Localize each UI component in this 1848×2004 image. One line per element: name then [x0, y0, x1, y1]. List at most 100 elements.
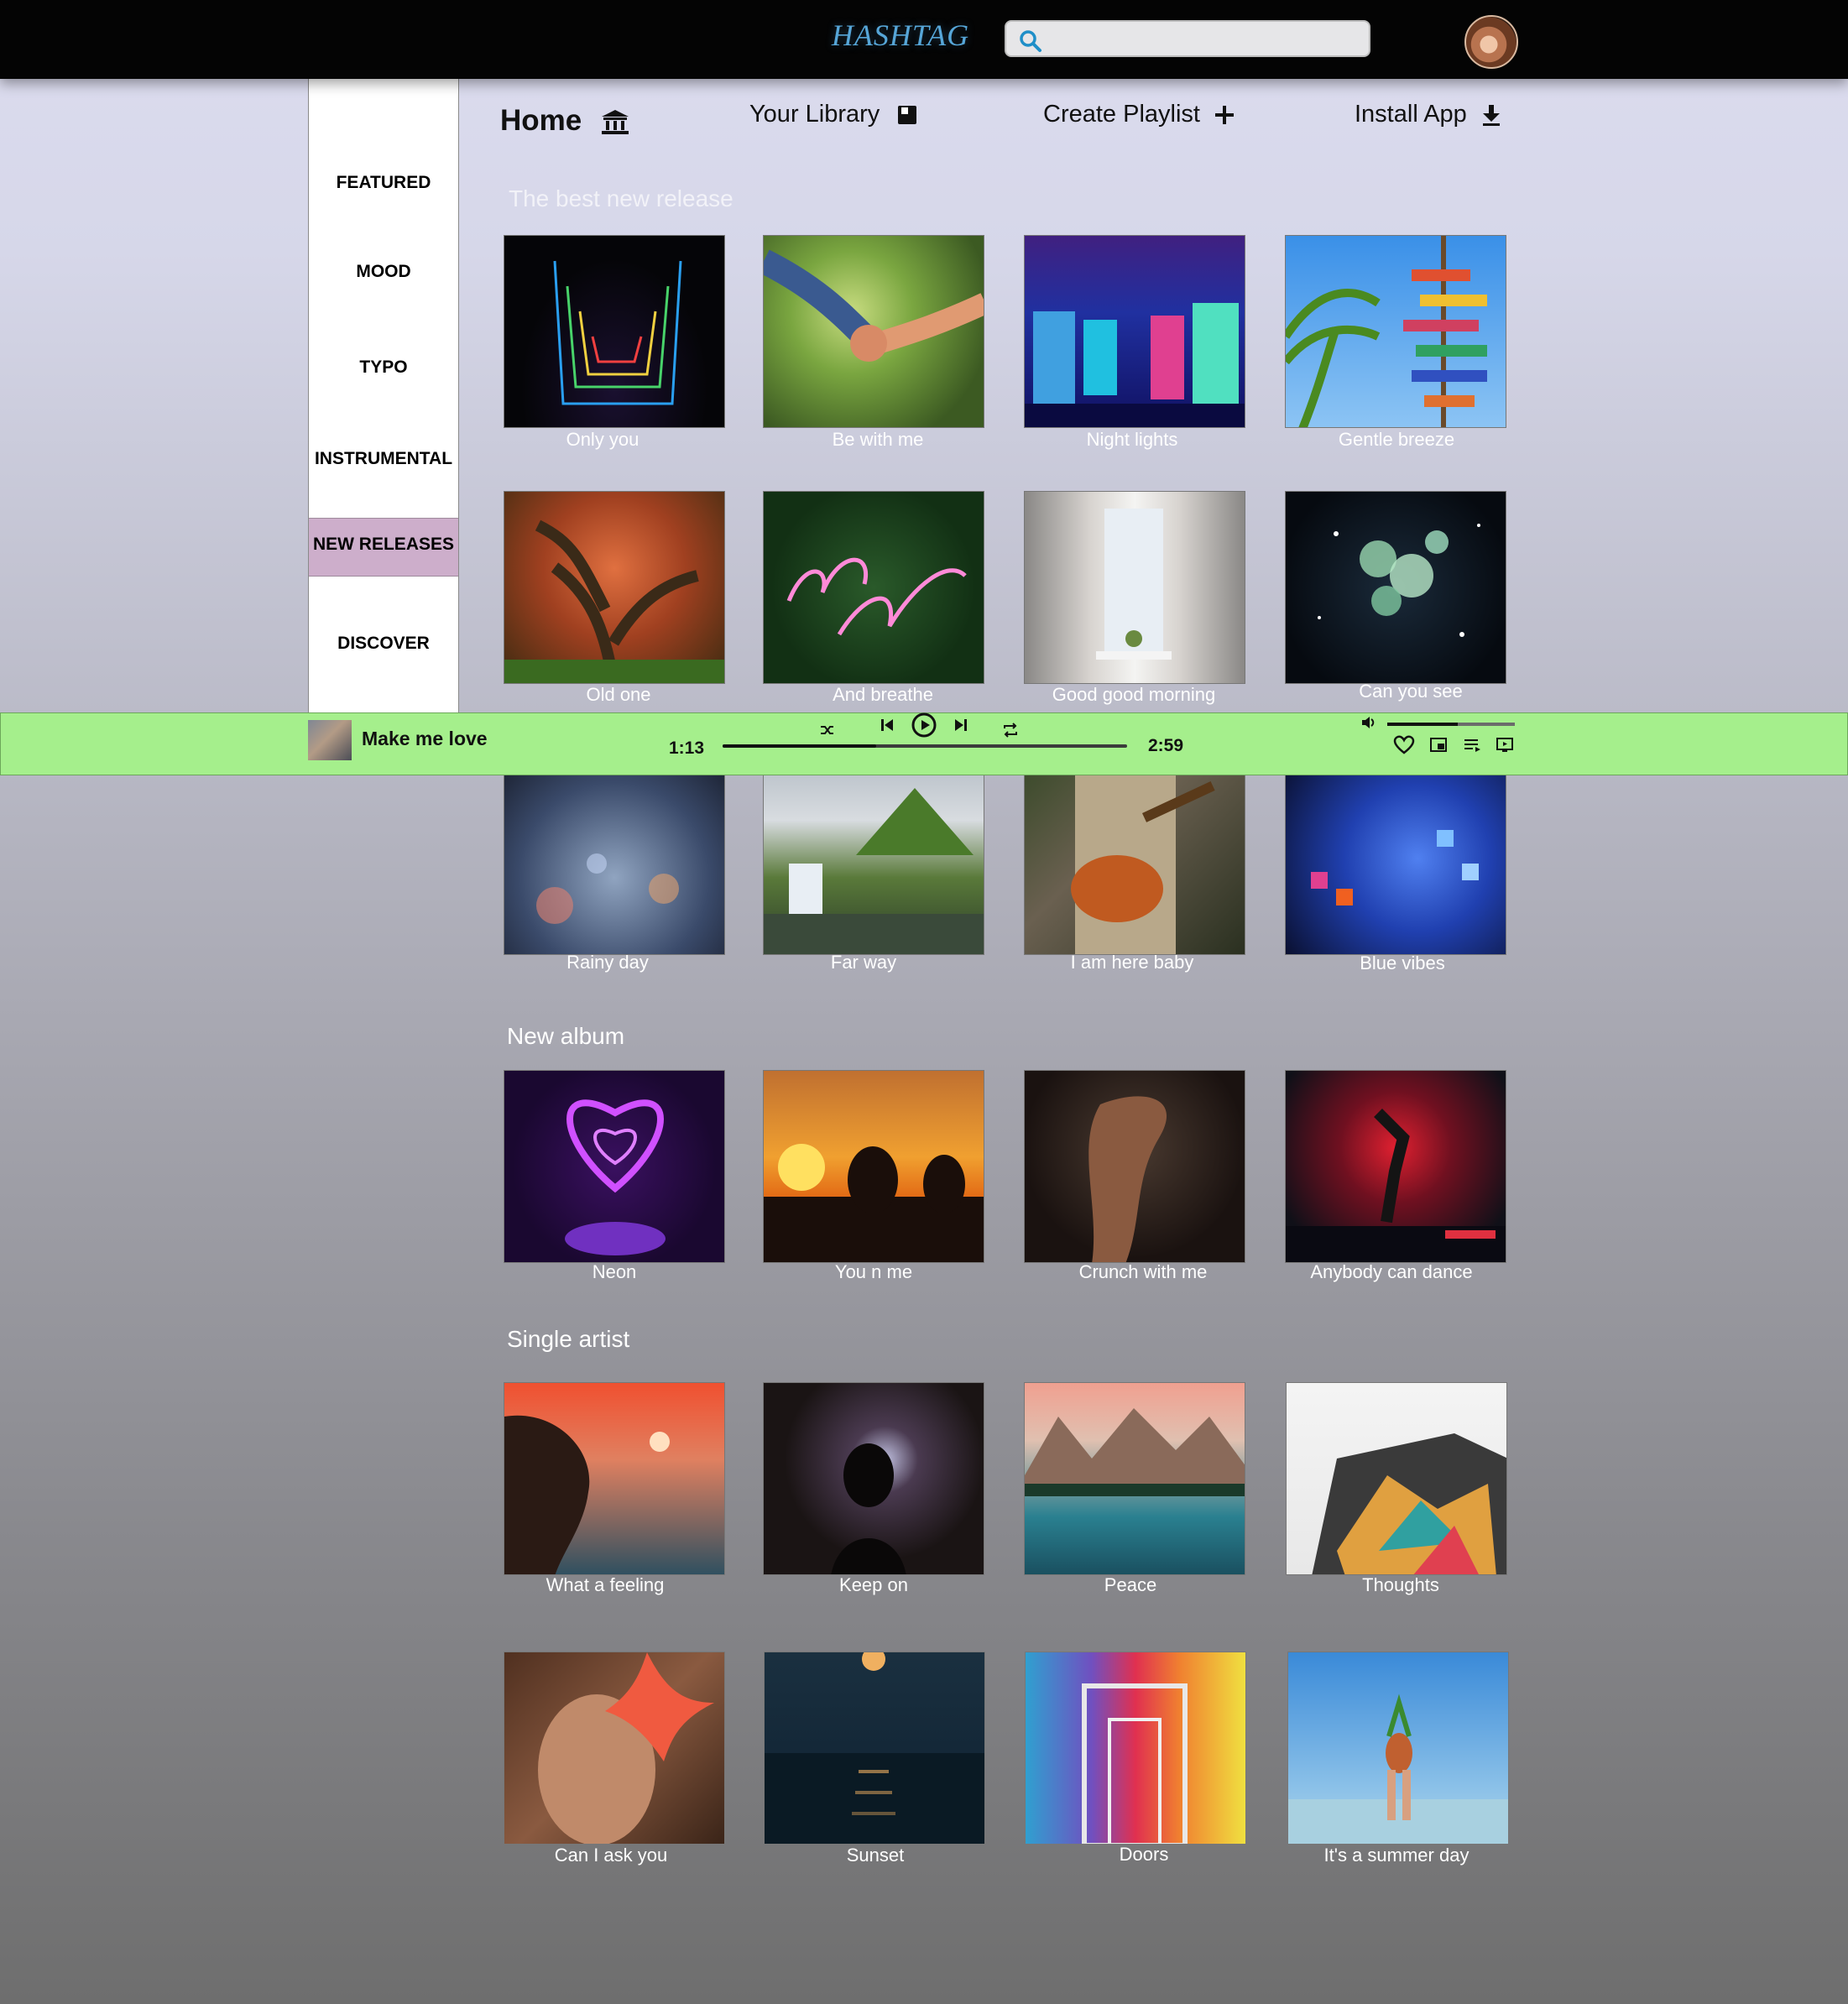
sidebar-item-featured[interactable]: FEATURED: [309, 173, 458, 193]
album-card[interactable]: [504, 235, 725, 428]
album-card[interactable]: [1285, 491, 1506, 684]
album-card[interactable]: [1024, 491, 1245, 684]
album-card[interactable]: [504, 491, 725, 684]
album-caption: Good good morning: [1052, 684, 1216, 705]
album-card[interactable]: [1287, 1652, 1509, 1845]
top-bar: HASHTAG: [0, 0, 1848, 79]
album-art: [1286, 236, 1487, 427]
mini-player-icon[interactable]: [1429, 737, 1448, 754]
album-card[interactable]: [1285, 1070, 1506, 1263]
album-caption: Old one: [586, 684, 651, 705]
album-caption: Can I ask you: [554, 1845, 668, 1866]
album-art: [1288, 1693, 1508, 1844]
album-card[interactable]: [763, 1382, 984, 1575]
repeat-icon[interactable]: [1002, 723, 1019, 738]
now-playing-title: Make me love: [362, 728, 488, 749]
album-art: [764, 249, 984, 362]
heart-icon[interactable]: [1393, 735, 1415, 755]
album-art: [1312, 1433, 1506, 1574]
album-art: [1025, 303, 1245, 427]
album-card[interactable]: [1285, 762, 1506, 955]
album-art: [1025, 1408, 1245, 1496]
album-art: [1311, 830, 1479, 905]
connect-device-icon[interactable]: [1496, 737, 1514, 754]
section-title-new-album: New album: [507, 1023, 625, 1049]
album-card[interactable]: [1024, 1382, 1245, 1575]
album-caption: Gentle breeze: [1338, 429, 1455, 450]
nav-create-playlist[interactable]: Create Playlist: [1043, 101, 1235, 128]
album-art: [1082, 1683, 1188, 1844]
volume-icon[interactable]: [1360, 714, 1377, 731]
album-card[interactable]: [1024, 1070, 1245, 1263]
album-card[interactable]: [763, 762, 984, 955]
nav-your-library[interactable]: Your Library: [749, 101, 918, 128]
album-caption: Night lights: [1086, 429, 1178, 450]
album-card[interactable]: [1024, 762, 1245, 955]
volume-slider[interactable]: [1387, 723, 1515, 726]
album-caption: Rainy day: [566, 952, 649, 973]
album-art: [1286, 1109, 1506, 1262]
album-art: [504, 519, 724, 683]
sidebar-item-instrumental[interactable]: INSTRUMENTAL: [309, 449, 458, 469]
nav-home[interactable]: Home: [500, 104, 630, 138]
album-caption: Thoughts: [1362, 1574, 1439, 1595]
next-track-icon[interactable]: [952, 716, 970, 734]
progress-fill: [723, 744, 877, 748]
album-art: [1071, 763, 1215, 954]
album-card[interactable]: [1285, 235, 1506, 428]
search-box[interactable]: [1005, 20, 1370, 57]
album-caption: Far way: [830, 952, 897, 973]
total-duration: 2:59: [1148, 736, 1184, 755]
album-caption: Anybody can dance: [1310, 1261, 1473, 1282]
album-caption: Crunch with me: [1078, 1261, 1208, 1282]
album-card[interactable]: [504, 1382, 725, 1575]
album-art: [831, 1443, 906, 1574]
album-caption: Only you: [566, 429, 639, 450]
album-caption: Peace: [1104, 1574, 1157, 1595]
album-caption: It's a summer day: [1323, 1845, 1470, 1866]
album-card[interactable]: [763, 1070, 984, 1263]
search-icon[interactable]: [1018, 29, 1043, 54]
album-caption: Sunset: [846, 1845, 905, 1866]
album-caption: Can you see: [1359, 681, 1463, 702]
now-playing-thumbnail[interactable]: [308, 720, 352, 760]
previous-track-icon[interactable]: [878, 716, 896, 734]
volume-fill: [1387, 723, 1458, 726]
download-icon: [1482, 105, 1500, 127]
sidebar-item-new-releases[interactable]: NEW RELEASES: [309, 535, 458, 555]
album-art: [553, 260, 682, 405]
album-caption: Keep on: [839, 1574, 908, 1595]
album-art: [1096, 509, 1172, 660]
album-card[interactable]: [764, 1652, 985, 1845]
search-input[interactable]: [1050, 27, 1360, 52]
nav-home-label: Home: [500, 104, 582, 137]
sidebar-item-mood[interactable]: MOOD: [309, 262, 458, 282]
album-caption: Doors: [1119, 1844, 1169, 1865]
sidebar-item-discover[interactable]: DISCOVER: [309, 634, 458, 654]
album-card[interactable]: [763, 491, 984, 684]
album-art: [504, 1415, 670, 1574]
album-card[interactable]: [504, 1070, 725, 1263]
album-card[interactable]: [1286, 1382, 1507, 1575]
nav-install-app[interactable]: Install App: [1355, 101, 1502, 128]
queue-icon[interactable]: [1463, 737, 1481, 754]
play-icon[interactable]: [911, 712, 937, 738]
app-logo[interactable]: HASHTAG: [829, 13, 972, 57]
progress-bar[interactable]: [723, 744, 1127, 748]
plus-icon: [1215, 106, 1235, 125]
album-card[interactable]: [504, 762, 725, 955]
library-icon: [898, 106, 917, 125]
album-card[interactable]: [763, 235, 984, 428]
nav-library-label: Your Library: [749, 101, 880, 128]
album-card[interactable]: [1025, 1652, 1246, 1845]
album-caption: Be with me: [832, 429, 924, 450]
user-avatar[interactable]: [1464, 15, 1518, 69]
album-card[interactable]: [504, 1652, 725, 1845]
nav-create-playlist-label: Create Playlist: [1043, 101, 1200, 128]
sidebar-item-typo[interactable]: TYPO: [309, 357, 458, 378]
album-art: [1088, 1096, 1167, 1262]
shuffle-icon[interactable]: [819, 723, 836, 737]
nav-install-app-label: Install App: [1355, 101, 1467, 128]
elapsed-time: 1:13: [669, 738, 705, 758]
album-card[interactable]: [1024, 235, 1245, 428]
